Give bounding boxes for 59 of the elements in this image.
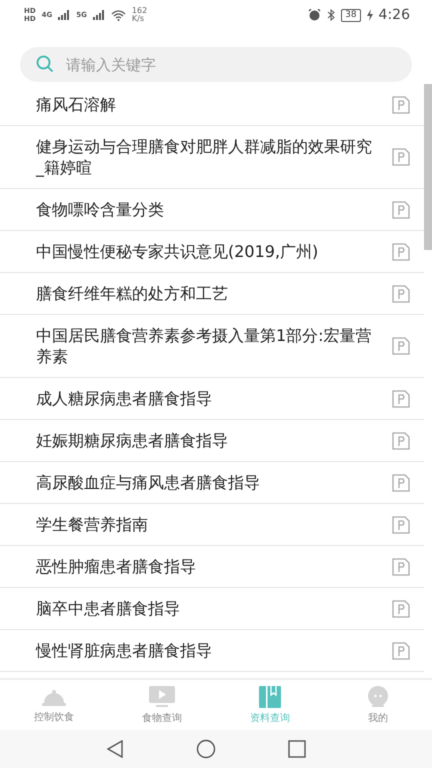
network-speed: K/s bbox=[132, 15, 146, 23]
document-title: 中国慢性便秘专家共识意见(2019,广州) bbox=[36, 241, 318, 262]
document-item[interactable]: 慢性肾脏病患者膳食指导 bbox=[0, 630, 424, 672]
chat-icon bbox=[366, 686, 390, 708]
home-icon[interactable] bbox=[196, 739, 216, 759]
document-icon bbox=[392, 642, 410, 660]
back-icon[interactable] bbox=[106, 740, 124, 758]
document-icon bbox=[392, 284, 410, 302]
nav-tab[interactable]: 我的 bbox=[324, 680, 432, 730]
signal-icon bbox=[58, 10, 70, 20]
signal-icon bbox=[92, 10, 105, 20]
network-speed: 162 bbox=[132, 7, 148, 15]
bluetooth-icon bbox=[327, 9, 336, 21]
document-title: 膳食纤维年糕的处方和工艺 bbox=[36, 283, 228, 304]
document-icon bbox=[392, 390, 410, 408]
document-item[interactable]: 妊娠期糖尿病患者膳食指导 bbox=[0, 420, 424, 462]
document-icon bbox=[392, 474, 410, 492]
video-icon bbox=[149, 686, 175, 708]
alarm-icon bbox=[308, 9, 322, 21]
document-title: 健身运动与合理膳食对肥胖人群减脂的效果研究_籍婷暄 bbox=[36, 136, 373, 178]
document-icon bbox=[392, 200, 410, 218]
document-icon bbox=[392, 242, 410, 260]
wifi-icon bbox=[110, 10, 126, 20]
document-icon bbox=[392, 432, 410, 450]
document-item[interactable]: 成人糖尿病患者膳食指导 bbox=[0, 378, 424, 420]
document-item[interactable]: 膳食纤维年糕的处方和工艺 bbox=[0, 273, 424, 315]
nav-tab[interactable]: 控制饮食 bbox=[0, 680, 108, 730]
document-title: 脑卒中患者膳食指导 bbox=[36, 598, 180, 619]
document-title: 食物嘌呤含量分类 bbox=[36, 199, 164, 220]
document-icon bbox=[392, 148, 410, 166]
document-icon bbox=[392, 558, 410, 576]
document-title: 成人糖尿病患者膳食指导 bbox=[36, 388, 212, 409]
document-item[interactable]: 食物嘌呤含量分类 bbox=[0, 189, 424, 231]
document-icon bbox=[392, 96, 410, 114]
document-item[interactable]: 中国慢性便秘专家共识意见(2019,广州) bbox=[0, 231, 424, 273]
document-item[interactable]: 学生餐营养指南 bbox=[0, 504, 424, 546]
book-icon bbox=[259, 686, 281, 708]
battery-level: 38 bbox=[341, 8, 361, 22]
document-title: 妊娠期糖尿病患者膳食指导 bbox=[36, 430, 228, 451]
document-title: 高尿酸血症与痛风患者膳食指导 bbox=[36, 472, 260, 493]
document-title: 中国居民膳食营养素参考摄入量第1部分:宏量营养素 bbox=[36, 325, 373, 367]
document-icon bbox=[392, 337, 410, 355]
document-item[interactable]: 高尿酸血症与痛风患者膳食指导 bbox=[0, 462, 424, 504]
document-icon bbox=[392, 600, 410, 618]
document-title: 学生餐营养指南 bbox=[36, 514, 148, 535]
document-item[interactable]: 脑卒中患者膳食指导 bbox=[0, 588, 424, 630]
document-icon bbox=[392, 516, 410, 534]
document-item[interactable]: 痛风石溶解 bbox=[0, 84, 424, 126]
document-title: 慢性肾脏病患者膳食指导 bbox=[36, 640, 212, 661]
nav-tab[interactable]: 食物查询 bbox=[108, 680, 216, 730]
document-item[interactable]: 恶性肿瘤患者膳食指导 bbox=[0, 546, 424, 588]
search-icon bbox=[36, 55, 54, 73]
document-item[interactable]: 中国居民膳食营养素参考摄入量第1部分:宏量营养素 bbox=[0, 315, 424, 378]
search-field[interactable]: 请输入关键字 bbox=[20, 47, 412, 82]
charging-icon bbox=[366, 9, 373, 21]
document-title: 恶性肿瘤患者膳食指导 bbox=[36, 556, 196, 577]
clock-time: 4:26 bbox=[378, 7, 410, 23]
document-title: 痛风石溶解 bbox=[36, 94, 116, 115]
recents-icon[interactable] bbox=[288, 740, 306, 758]
